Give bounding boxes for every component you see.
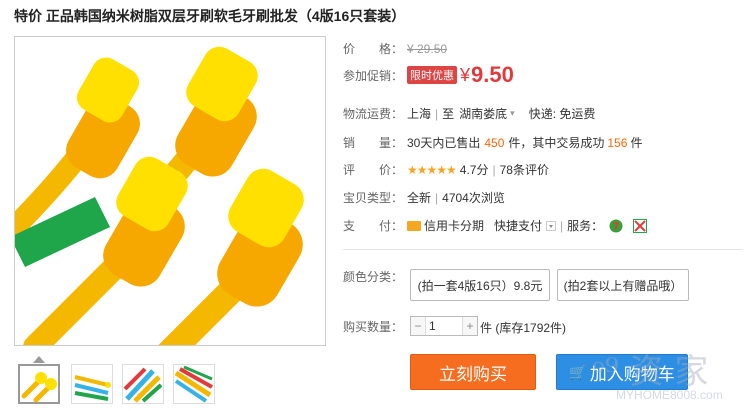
sales-label: 销 量： [343,136,404,150]
item-condition: 全新 [407,191,432,205]
watermark-url: MYHOME8008.com [616,388,723,402]
separator: | [435,190,439,205]
sales-row: 销 量： 30天内已售出 450 件，其中交易成功 156 件 [343,134,642,151]
service-label: 服务： [567,219,604,233]
quantity-label: 购买数量： [343,320,404,334]
thumbnail-2-image [74,375,111,401]
price-row: 价 格： ¥ 29.50 [343,40,447,57]
toothbrush-illustration [15,46,304,345]
shipping-to-prefix: 至 [442,107,455,121]
rating-row: 评 价： ★★★★★ 4.7分 | 78条评价 [343,161,549,178]
option-4pack-16[interactable]: (拍一套4版16只）9.8元 [410,269,550,301]
sales-mid: 件，其中交易成功 [508,136,605,150]
color-option-label-row: 颜色分类： [343,268,407,285]
section-divider [343,249,743,250]
sales-suffix: 件 [630,136,643,150]
rating-score: 4.7分 [459,163,489,177]
seven-day-return-icon[interactable]: 7 [609,219,623,233]
shipping-row: 物流运费： 上海 | 至 湖南娄底 ▾ 快递: 免运费 [343,105,595,122]
thumbnail-2[interactable] [71,364,113,404]
view-count: 4704次浏览 [442,191,505,205]
color-option-label: 颜色分类： [343,270,404,284]
quantity-stepper: − 1 + [410,316,478,336]
active-thumb-arrow-icon [33,356,45,363]
chevron-down-icon[interactable]: ▾ [510,108,515,119]
watermark-logo: ᵒ⁹ 资 家 [592,352,709,392]
quantity-input[interactable]: 1 [425,317,463,335]
quantity-increment-button[interactable]: + [463,317,477,335]
quantity-label-row: 购买数量： [343,318,407,335]
sales-count: 450 [484,135,505,150]
promo-price: 9.50 [471,62,514,87]
buy-now-button[interactable]: 立刻购买 [410,354,536,390]
promo-currency: ¥ [460,64,471,85]
quantity-unit: 件 [480,321,493,335]
product-main-image[interactable] [14,36,326,346]
item-type-label: 宝贝类型： [343,191,404,205]
thumbnail-1-image [21,372,57,402]
star-rating-icon: ★★★★★ [407,162,457,177]
quantity-unit-stock: 件 (库存1792件) [480,319,566,336]
separator: | [560,218,564,233]
shipping-destination[interactable]: 湖南娄底 [459,105,507,122]
rating-label: 评 价： [343,163,404,177]
quantity-decrement-button[interactable]: − [411,317,425,335]
price-label: 价 格： [343,42,404,56]
thumbnail-4[interactable] [173,364,215,404]
credit-installment-link[interactable]: 信用卡分期 [424,217,484,234]
promo-tag-badge: 限时优惠 [407,66,457,84]
thumbnail-3-image [123,367,163,403]
stock-count: (库存1792件) [495,321,567,335]
payment-label: 支 付： [343,219,404,233]
promo-row: 参加促销： 限时优惠 ¥ 9.50 [343,62,514,88]
thumbnail-4-image [174,365,213,403]
original-price: ¥ 29.50 [407,41,448,56]
guarantee-icon[interactable] [633,218,648,233]
credit-card-icon [407,220,421,231]
shipping-fee: 快递: 免运费 [528,107,596,121]
shipping-label: 物流运费： [343,107,404,121]
dropdown-caret-icon[interactable] [546,220,557,231]
option-2sets-gift[interactable]: (拍2套以上有赠品哦） [557,269,689,301]
separator: | [492,162,496,177]
sales-prefix: 30天内已售出 [407,136,481,150]
thumbnail-1[interactable] [18,364,60,404]
review-count-link[interactable]: 78条评价 [500,161,549,178]
quick-pay-link[interactable]: 快捷支付 [494,217,542,234]
separator: | [435,106,439,121]
cart-icon: 🛒 [569,363,587,380]
svg-text:7: 7 [613,221,620,232]
promo-label: 参加促销： [343,68,404,83]
success-count: 156 [607,135,628,150]
thumbnail-3[interactable] [122,364,164,404]
shipping-from: 上海 [407,107,432,121]
item-type-row: 宝贝类型： 全新 | 4704次浏览 [343,189,505,206]
payment-row: 支 付： 信用卡分期 快捷支付 | 服务： 7 [343,217,648,234]
product-title: 特价 正品韩国纳米树脂双层牙刷软毛牙刷批发（4版16只套装） [14,8,406,24]
